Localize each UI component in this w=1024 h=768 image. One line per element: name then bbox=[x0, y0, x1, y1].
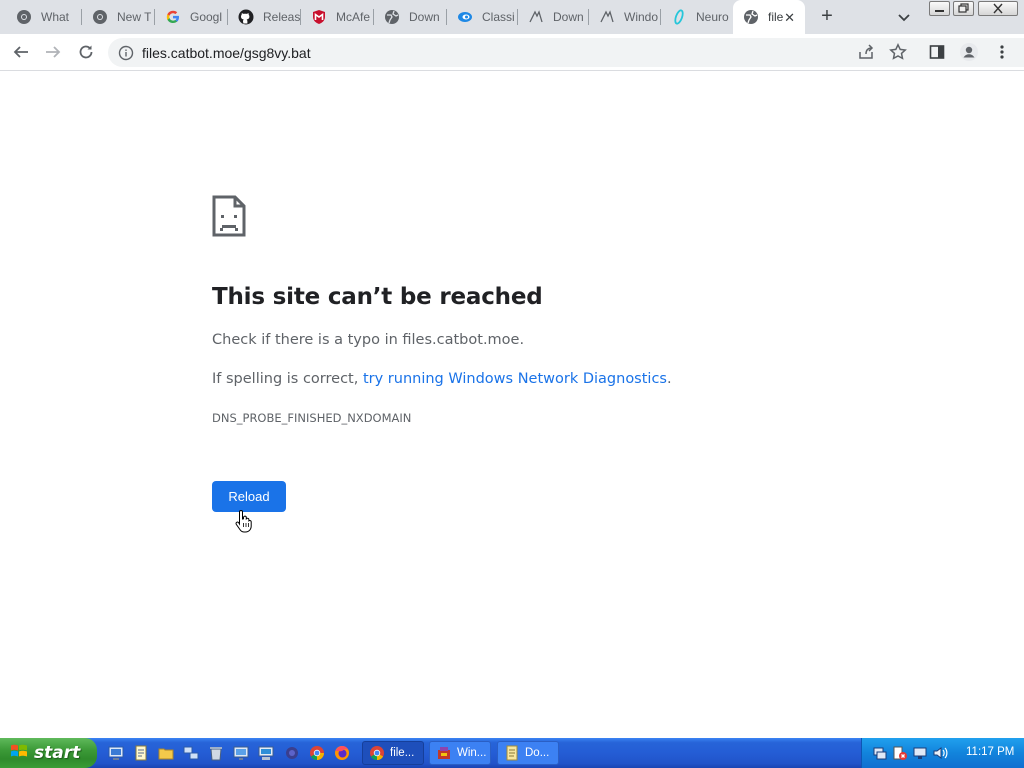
folder-icon bbox=[504, 745, 520, 761]
tray-network-icon[interactable] bbox=[872, 745, 888, 761]
classic-icon bbox=[457, 9, 473, 25]
error-code: DNS_PROBE_FINISHED_NXDOMAIN bbox=[212, 411, 412, 425]
tab-strip: What New T Googl Releas McAfe Down Class… bbox=[0, 0, 1024, 34]
tab-title: Down bbox=[409, 10, 440, 24]
diagnostics-hint: If spelling is correct, try running Wind… bbox=[212, 371, 672, 387]
page-content: This site can’t be reached Check if ther… bbox=[0, 72, 1024, 738]
monitor-icon[interactable] bbox=[233, 745, 249, 761]
download-icon bbox=[599, 9, 615, 25]
address-bar[interactable]: files.catbot.moe/gsg8vy.bat bbox=[108, 38, 1024, 67]
tab-active[interactable]: file ✕ bbox=[733, 0, 805, 34]
network-diagnostics-link[interactable]: try running Windows Network Diagnostics bbox=[363, 371, 667, 387]
task-label: Do... bbox=[525, 747, 550, 759]
diagnostics-hint-suffix: . bbox=[666, 371, 672, 387]
restore-button[interactable] bbox=[953, 1, 974, 16]
taskbar: start file... Win... Do... 11:17 PM bbox=[0, 738, 1024, 768]
tab-5[interactable]: McAfe bbox=[301, 0, 373, 34]
neuro-icon bbox=[671, 9, 687, 25]
tab-3[interactable]: Googl bbox=[155, 0, 227, 34]
browser-toolbar: files.catbot.moe/gsg8vy.bat bbox=[0, 34, 1024, 71]
tab-title: New T bbox=[117, 10, 152, 24]
download-icon bbox=[528, 9, 544, 25]
tab-4[interactable]: Releas bbox=[228, 0, 300, 34]
app-icon bbox=[436, 745, 452, 761]
app-icon[interactable] bbox=[284, 745, 300, 761]
recycle-bin-icon[interactable] bbox=[208, 745, 224, 761]
chrome-icon bbox=[92, 9, 108, 25]
tab-title: Windo bbox=[624, 10, 659, 24]
task-label: Win... bbox=[457, 747, 487, 759]
tab-title: Classi bbox=[482, 10, 515, 24]
tab-title: Releas bbox=[263, 10, 300, 24]
profile-avatar-icon[interactable] bbox=[959, 42, 979, 62]
start-label: start bbox=[34, 743, 81, 763]
windows-logo-icon bbox=[10, 742, 28, 765]
firefox-icon[interactable] bbox=[334, 745, 350, 761]
tray-security-alert-icon[interactable] bbox=[892, 745, 908, 761]
task-documents[interactable]: Do... bbox=[497, 741, 559, 765]
task-label: file... bbox=[390, 747, 415, 759]
chrome-icon bbox=[16, 9, 32, 25]
globe-icon bbox=[743, 9, 759, 25]
tab-title: Googl bbox=[190, 10, 223, 24]
google-icon bbox=[165, 9, 181, 25]
bookmark-star-icon[interactable] bbox=[888, 42, 908, 62]
close-window-button[interactable] bbox=[978, 1, 1018, 16]
error-title: This site can’t be reached bbox=[212, 284, 543, 310]
hand-cursor-icon bbox=[235, 509, 253, 533]
mcafee-icon bbox=[311, 9, 327, 25]
minimize-button[interactable] bbox=[929, 1, 950, 16]
task-chrome[interactable]: file... bbox=[362, 741, 424, 765]
reload-button[interactable]: Reload bbox=[212, 481, 286, 512]
notepad-icon[interactable] bbox=[133, 745, 149, 761]
close-tab-icon[interactable]: ✕ bbox=[784, 10, 795, 26]
tab-title: Down bbox=[553, 10, 584, 24]
menu-kebab-icon[interactable] bbox=[992, 42, 1012, 62]
show-desktop-icon[interactable] bbox=[108, 745, 124, 761]
system-tray: 11:17 PM bbox=[861, 738, 1024, 768]
sad-page-icon bbox=[212, 195, 246, 237]
globe-icon bbox=[384, 9, 400, 25]
tray-volume-icon[interactable] bbox=[932, 745, 948, 761]
typo-hint: Check if there is a typo in files.catbot… bbox=[212, 332, 525, 348]
chrome-icon bbox=[369, 745, 385, 761]
diagnostics-hint-prefix: If spelling is correct, bbox=[212, 371, 363, 387]
tab-10[interactable]: Neuro bbox=[661, 0, 733, 34]
info-icon[interactable] bbox=[118, 45, 134, 61]
tab-1[interactable]: What bbox=[6, 0, 82, 34]
tab-7[interactable]: Classi bbox=[447, 0, 517, 34]
github-icon bbox=[238, 9, 254, 25]
network-icon[interactable] bbox=[183, 745, 199, 761]
tab-title: Neuro bbox=[696, 10, 729, 24]
forward-arrow-icon[interactable] bbox=[43, 42, 63, 62]
share-icon[interactable] bbox=[856, 42, 876, 62]
chrome-icon[interactable] bbox=[309, 745, 325, 761]
tab-title: file bbox=[768, 10, 784, 24]
chevron-down-icon[interactable] bbox=[896, 9, 912, 25]
new-tab-button[interactable]: + bbox=[817, 6, 837, 27]
tab-title: McAfe bbox=[336, 10, 371, 24]
tab-2[interactable]: New T bbox=[82, 0, 154, 34]
tab-title: What bbox=[41, 10, 70, 24]
tab-8[interactable]: Down bbox=[518, 0, 588, 34]
task-win[interactable]: Win... bbox=[429, 741, 491, 765]
clock: 11:17 PM bbox=[966, 746, 1015, 758]
tray-connection-icon[interactable] bbox=[912, 745, 928, 761]
computer-icon[interactable] bbox=[258, 745, 274, 761]
url-text[interactable]: files.catbot.moe/gsg8vy.bat bbox=[142, 45, 311, 61]
tab-9[interactable]: Windo bbox=[589, 0, 659, 34]
refresh-icon[interactable] bbox=[76, 42, 96, 62]
start-button[interactable]: start bbox=[0, 738, 97, 768]
back-arrow-icon[interactable] bbox=[11, 42, 31, 62]
side-panel-icon[interactable] bbox=[927, 42, 947, 62]
explorer-folder-icon[interactable] bbox=[158, 745, 174, 761]
tab-6[interactable]: Down bbox=[374, 0, 446, 34]
